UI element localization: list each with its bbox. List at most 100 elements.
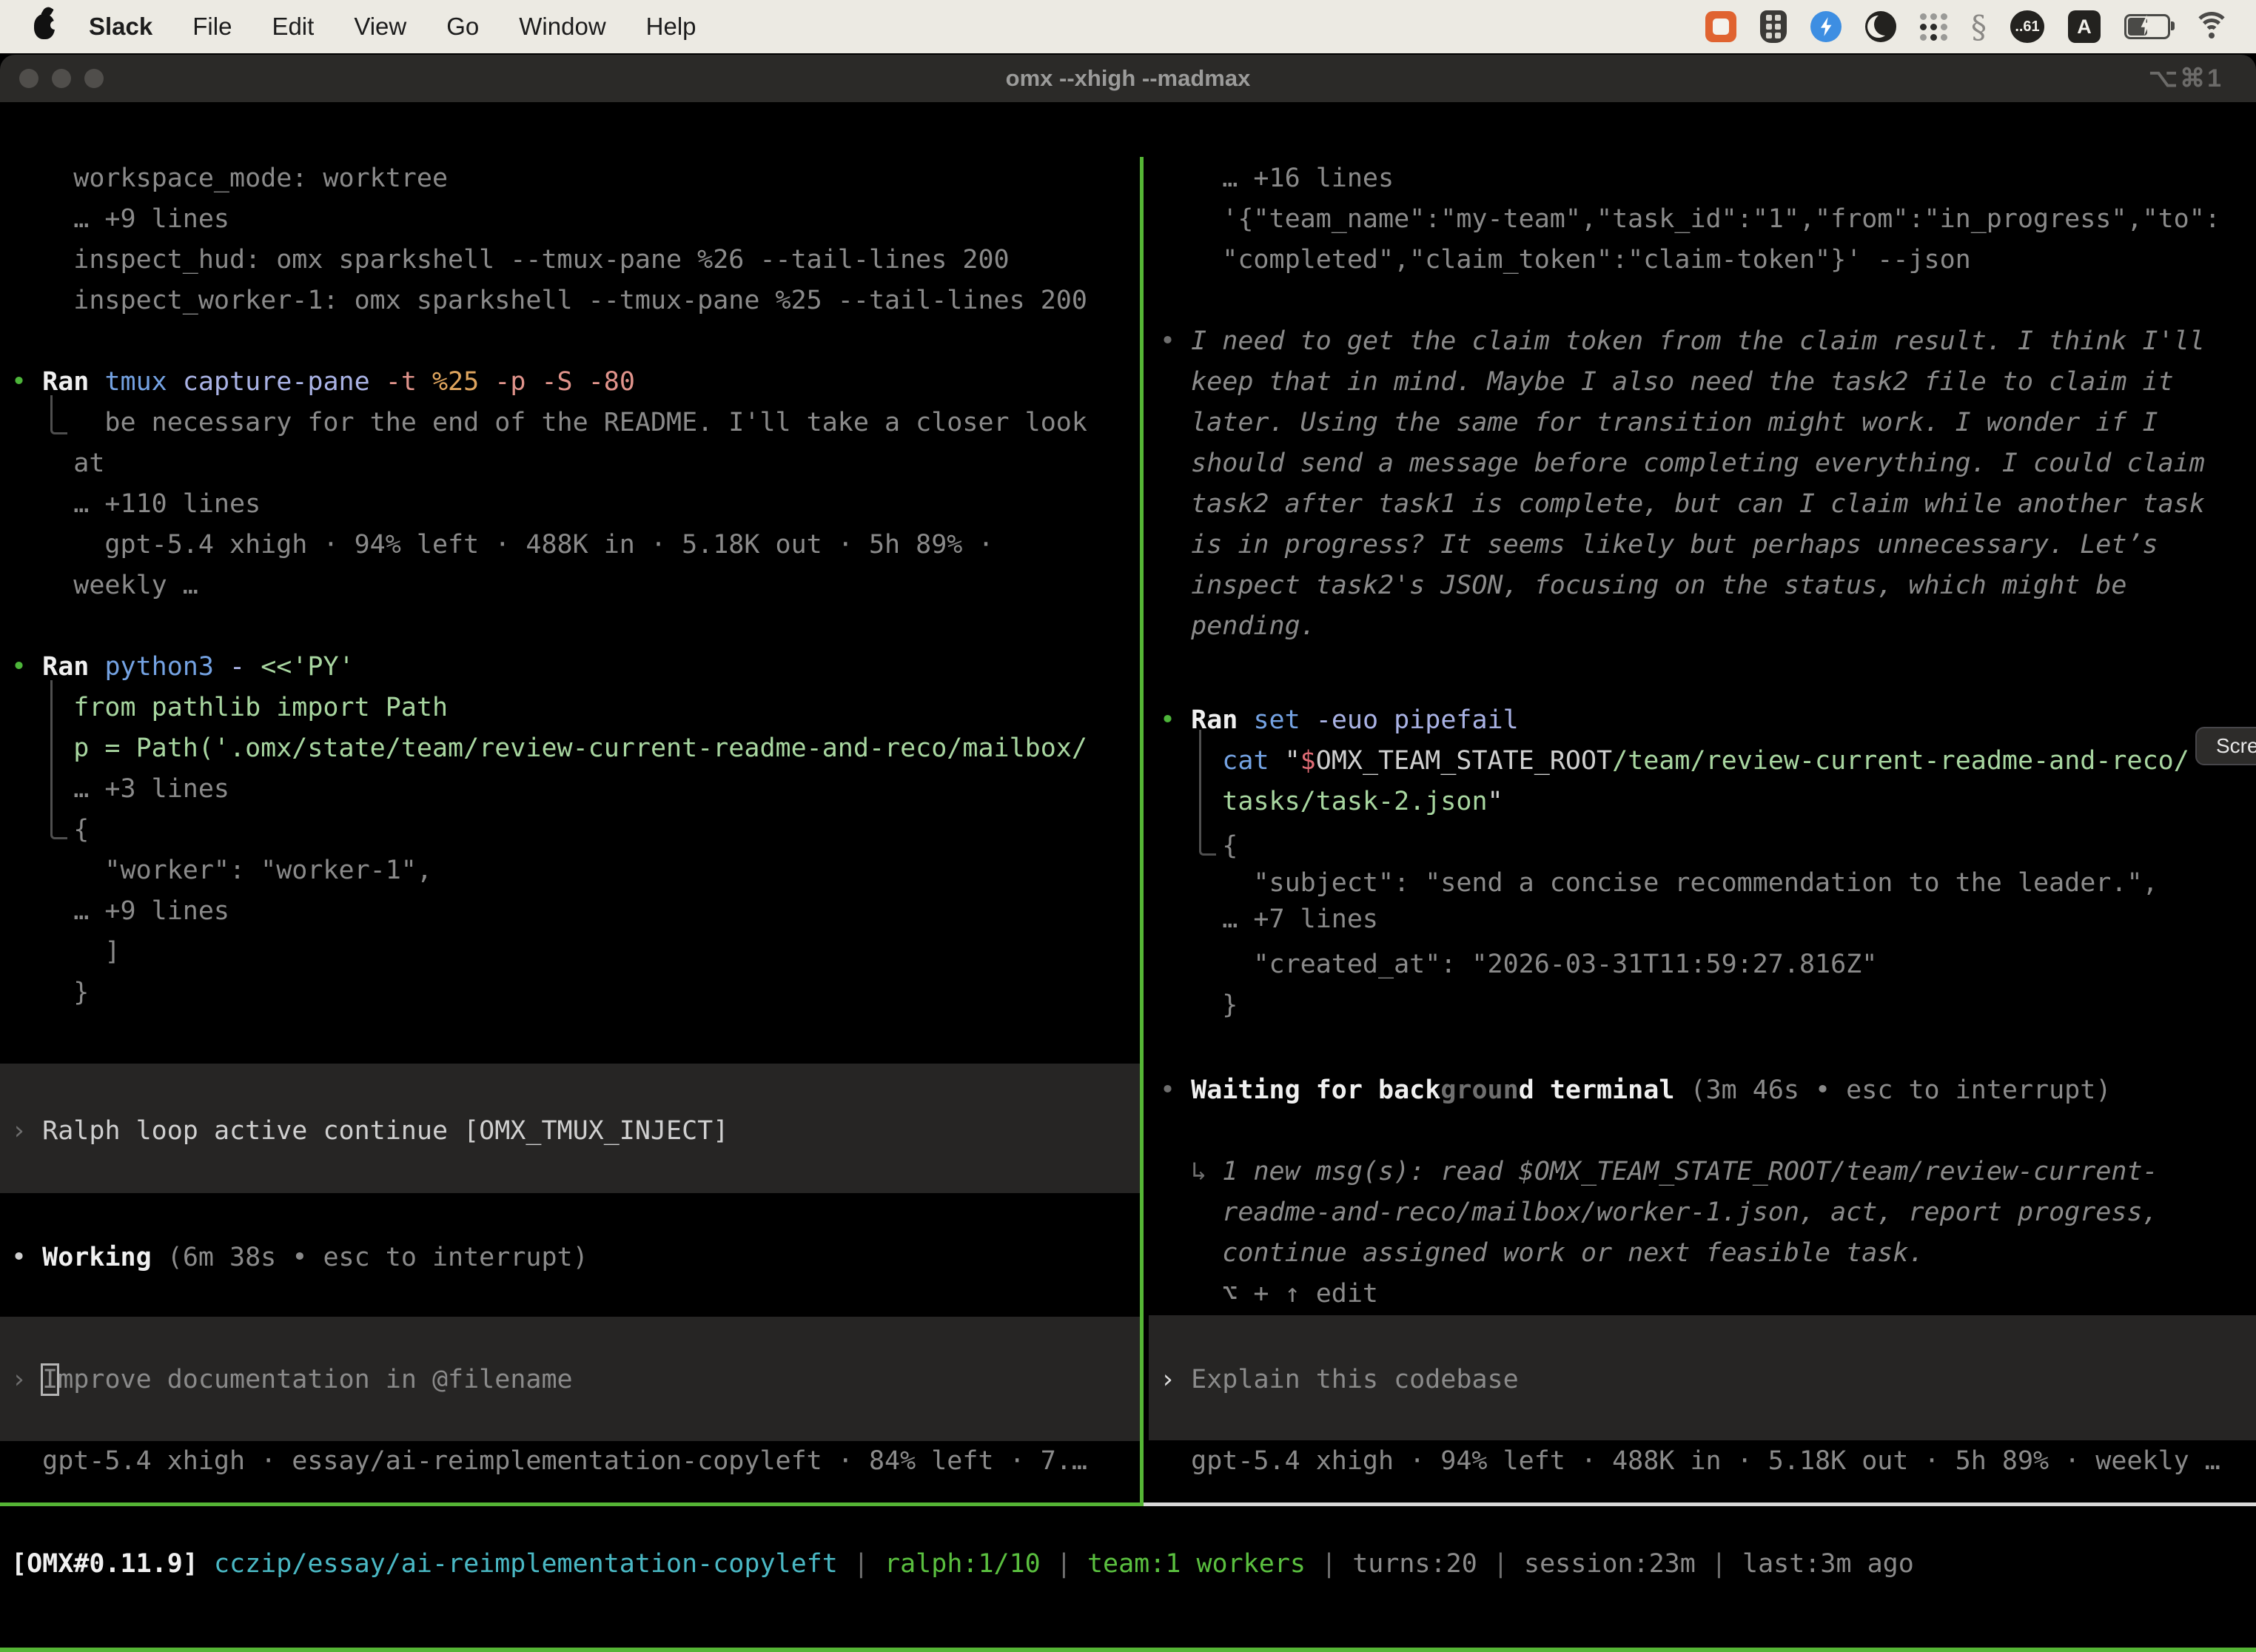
status-segment: ralph:1/10: [884, 1549, 1041, 1579]
battery-icon[interactable]: [2124, 14, 2170, 39]
terminal-line: › Ralph loop active continue [OMX_TMUX_I…: [11, 1111, 1140, 1152]
terminal-line: • Working (6m 38s • esc to interrupt): [11, 1238, 1140, 1278]
text-segment: Explain this codebase: [1191, 1365, 1519, 1394]
terminal-line: … +9 lines: [11, 199, 1140, 240]
terminal-line: "subject": "send a concise recommendatio…: [1160, 863, 2256, 904]
text-segment: be necessary for the end of the README. …: [11, 408, 1087, 437]
terminal-line: inspect task2's JSON, focusing on the st…: [1160, 565, 2256, 606]
section-squiggle-icon[interactable]: §: [1971, 9, 1987, 45]
a-app-icon[interactable]: A: [2068, 10, 2101, 43]
text-segment: inspect_hud: omx sparkshell --tmux-pane …: [11, 245, 1010, 275]
terminal-line: inspect_hud: omx sparkshell --tmux-pane …: [11, 240, 1140, 281]
terminal-line: … +7 lines: [1160, 899, 2256, 940]
text-segment: from pathlib import Path: [11, 693, 448, 722]
terminal-line: … +9 lines: [11, 891, 1140, 932]
terminal-line: keep that in mind. Maybe I also need the…: [1160, 362, 2256, 403]
menu-item-slack[interactable]: Slack: [89, 13, 152, 41]
status-segment: |: [1477, 1549, 1524, 1579]
text-segment: •: [11, 652, 42, 682]
status-segment: turns:20: [1352, 1549, 1477, 1579]
terminal-line: workspace_mode: worktree: [11, 158, 1140, 199]
text-segment: task2 after task1 is complete, but can I…: [1160, 489, 2205, 519]
text-segment: gpt-5.4 xhigh · 94% left · 488K in · 5.1…: [11, 530, 994, 560]
text-segment: later. Using the same for transition mig…: [1160, 408, 2158, 437]
terminal-line: gpt-5.4 xhigh · 94% left · 488K in · 5.1…: [1160, 1441, 2256, 1482]
window-title-bar[interactable]: omx --xhigh --madmax ⌥⌘1: [0, 55, 2256, 102]
dots-grid-icon[interactable]: [1920, 13, 1947, 41]
terminal-line: … +3 lines: [11, 769, 1140, 810]
text-segment: workspace_mode: worktree: [11, 164, 448, 193]
text-segment: Ran: [1191, 705, 1253, 735]
text-segment: ↳: [1160, 1157, 1222, 1186]
text-segment: ›: [11, 1116, 42, 1146]
terminal-line: weekly …: [11, 565, 1140, 606]
text-segment: ⌥ + ↑ edit: [1160, 1279, 1378, 1309]
text-segment: •: [1160, 705, 1191, 735]
text-segment: gpt-5.4 xhigh · 94% left · 488K in · 5.1…: [1160, 1446, 2220, 1476]
terminal-line: task2 after task1 is complete, but can I…: [1160, 484, 2256, 525]
text-segment: {: [1160, 831, 1238, 861]
text-segment: {: [11, 815, 89, 845]
text-segment: d terminal: [1519, 1075, 1675, 1105]
terminal-line: tasks/task-2.json": [1160, 782, 2256, 822]
text-segment: capture-pane: [183, 367, 386, 397]
left-terminal-pane[interactable]: workspace_mode: worktree … +9 lines insp…: [0, 157, 1140, 1504]
left-pane-bottom-border: [0, 1502, 1144, 1506]
wifi-icon[interactable]: [2194, 12, 2229, 41]
text-segment: ": [1285, 746, 1300, 776]
menu-item-help[interactable]: Help: [646, 13, 696, 41]
screen-overlay-tooltip: Scre: [2195, 727, 2256, 765]
text-segment: ›: [11, 1365, 42, 1394]
text-segment: %25: [432, 367, 494, 397]
text-segment: }: [1160, 990, 1238, 1020]
text-segment: weekly …: [11, 571, 198, 600]
menu-item-go[interactable]: Go: [446, 13, 479, 41]
terminal-content: workspace_mode: worktree … +9 lines insp…: [0, 157, 2256, 1652]
text-segment: "worker": "worker-1",: [11, 856, 432, 885]
blue-bolt-icon[interactable]: [1810, 11, 1842, 42]
text-segment: •: [11, 367, 42, 397]
chat-app-icon[interactable]: [1705, 11, 1736, 42]
terminal-line: cat "$OMX_TEAM_STATE_ROOT/team/review-cu…: [1160, 741, 2256, 782]
shield-grid-icon[interactable]: [1760, 10, 1787, 43]
text-segment: Ran: [42, 367, 104, 397]
crescent-icon[interactable]: [1865, 11, 1896, 42]
text-segment: Waiting for back: [1191, 1075, 1440, 1105]
text-segment: <<'PY': [261, 652, 354, 682]
terminal-line: "worker": "worker-1",: [11, 850, 1140, 891]
text-segment: Ran: [42, 652, 104, 682]
terminal-line: … +16 lines: [1160, 158, 2256, 199]
text-segment: inspect task2's JSON, focusing on the st…: [1160, 571, 2126, 600]
tmux-status-bar[interactable]: [omx-cczip0:bash* "MacBook-Pro-44.local"…: [0, 1648, 2256, 1652]
text-segment: keep that in mind. Maybe I also need the…: [1160, 367, 2174, 397]
status-segment: |: [1306, 1549, 1352, 1579]
menu-item-edit[interactable]: Edit: [272, 13, 314, 41]
apple-menu-icon[interactable]: [34, 14, 55, 39]
right-terminal-pane[interactable]: … +16 lines '{"team_name":"my-team","tas…: [1149, 157, 2256, 1504]
text-segment: cat: [1222, 746, 1284, 776]
text-segment: [1160, 787, 1222, 816]
menu-item-file[interactable]: File: [192, 13, 232, 41]
text-segment: I: [42, 1365, 58, 1394]
text-segment: 1 new msg(s): read $OMX_TEAM_STATE_ROOT/…: [1222, 1157, 2158, 1186]
countdown-badge-icon[interactable]: ..61: [2010, 10, 2044, 43]
text-segment: -: [229, 652, 261, 682]
menu-item-window[interactable]: Window: [519, 13, 605, 41]
terminal-line: › Improve documentation in @filename: [11, 1360, 1140, 1400]
terminal-line: ↳ 1 new msg(s): read $OMX_TEAM_STATE_ROO…: [1160, 1152, 2256, 1192]
text-segment: Working: [42, 1243, 152, 1272]
text-segment: •: [1160, 1075, 1191, 1105]
terminal-line: gpt-5.4 xhigh · 94% left · 488K in · 5.1…: [11, 525, 1140, 565]
terminal-line: • Ran python3 - <<'PY': [11, 647, 1140, 688]
pane-divider[interactable]: [1140, 157, 1144, 1504]
terminal-line: }: [11, 973, 1140, 1013]
text-segment: /team/review-current-readme-and-reco/: [1612, 746, 2189, 776]
terminal-line: ⌥ + ↑ edit: [1160, 1274, 2256, 1314]
menu-item-view[interactable]: View: [354, 13, 406, 41]
terminal-line: • Ran set -euo pipefail: [1160, 700, 2256, 741]
text-segment: … +7 lines: [1160, 904, 1378, 934]
omx-status-bar: [OMX#0.11.9] cczip/essay/ai-reimplementa…: [11, 1544, 1914, 1585]
status-segment: |: [1696, 1549, 1742, 1579]
text-segment: -p -S -80: [494, 367, 635, 397]
screen: Slack File Edit View Go Window Help § ..…: [0, 0, 2256, 1652]
